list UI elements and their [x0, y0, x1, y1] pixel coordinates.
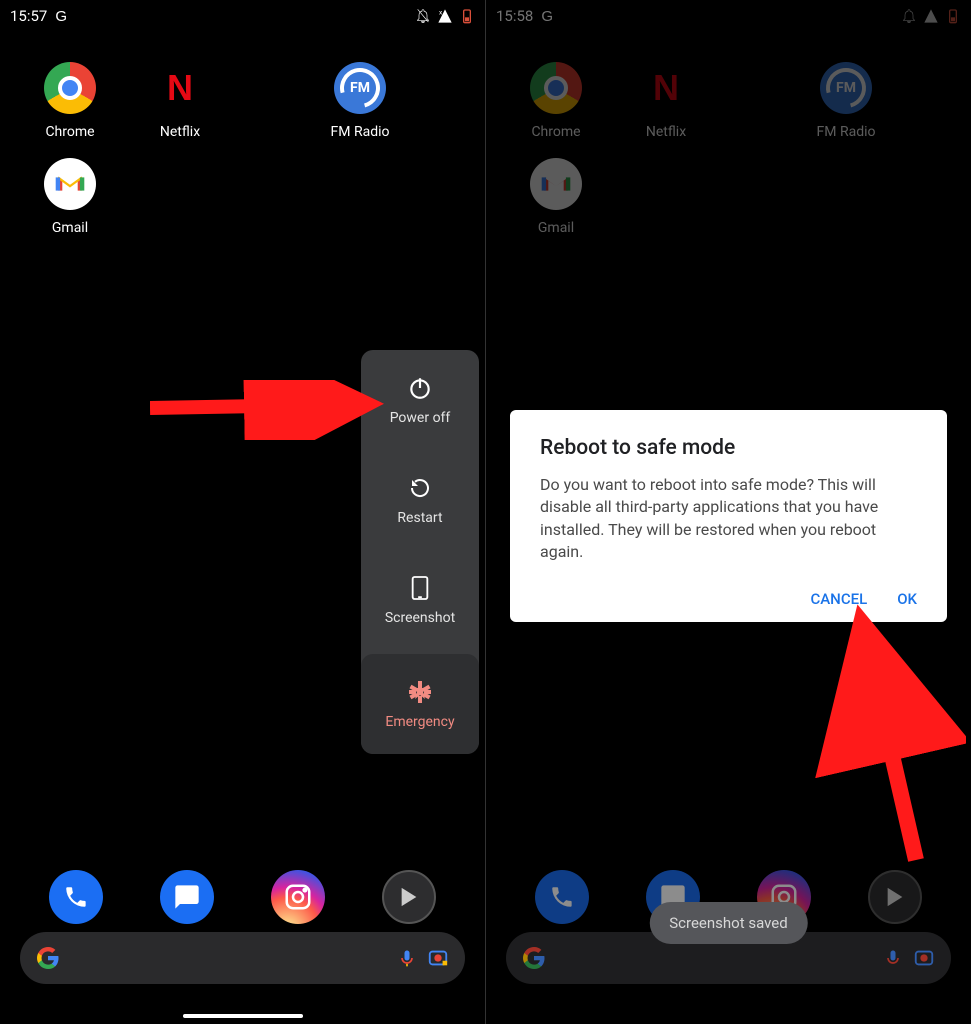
power-label: Power off: [390, 410, 451, 426]
safe-mode-dialog: Reboot to safe mode Do you want to reboo…: [510, 410, 947, 622]
dock-phone[interactable]: [535, 870, 589, 924]
status-time: 15:57: [10, 7, 47, 25]
phone-screen-left: 15:57 G x Chrome N Netflix FM FM Radio: [0, 0, 485, 1024]
dnd-off-icon: [415, 8, 431, 24]
cancel-button[interactable]: CANCEL: [810, 590, 867, 608]
google-indicator: G: [55, 8, 67, 25]
app-label: FM Radio: [331, 124, 390, 140]
power-off-option[interactable]: Power off: [361, 350, 479, 450]
app-netflix[interactable]: N Netflix: [130, 62, 230, 140]
mic-icon[interactable]: [883, 948, 903, 968]
dock-playstore[interactable]: [868, 870, 922, 924]
status-bar: 15:57 G x: [0, 0, 485, 32]
restart-option[interactable]: Restart: [361, 450, 479, 550]
gmail-icon: [44, 158, 96, 210]
lens-icon[interactable]: [913, 947, 935, 969]
screenshot-option[interactable]: Screenshot: [361, 550, 479, 650]
emergency-icon: [406, 678, 434, 706]
fmradio-icon: FM: [334, 62, 386, 114]
home-apps: Chrome N Netflix FM FM Radio Gmail: [0, 32, 485, 236]
app-label: Gmail: [52, 220, 88, 236]
mic-icon[interactable]: [397, 948, 417, 968]
chrome-icon: [44, 62, 96, 114]
nav-handle[interactable]: [183, 1014, 303, 1018]
restart-icon: [406, 474, 434, 502]
power-icon: [406, 374, 434, 402]
lens-icon[interactable]: [427, 947, 449, 969]
dock-messages[interactable]: [160, 870, 214, 924]
app-chrome[interactable]: Chrome: [20, 62, 120, 140]
power-label: Emergency: [385, 714, 454, 730]
dialog-title: Reboot to safe mode: [540, 436, 917, 460]
netflix-icon: N: [154, 62, 206, 114]
search-bar[interactable]: [20, 932, 465, 984]
power-label: Restart: [397, 510, 442, 526]
dialog-body: Do you want to reboot into safe mode? Th…: [540, 474, 917, 564]
app-gmail[interactable]: Gmail: [20, 158, 120, 236]
battery-icon: [459, 8, 475, 24]
dock-phone[interactable]: [49, 870, 103, 924]
dock: [0, 870, 485, 924]
google-logo-icon: [36, 946, 60, 970]
app-fmradio[interactable]: FM FM Radio: [310, 62, 410, 140]
power-label: Screenshot: [385, 610, 455, 626]
signal-icon: x: [437, 8, 453, 24]
app-label: Chrome: [45, 124, 94, 140]
screenshot-icon: [406, 574, 434, 602]
google-logo-icon: [522, 946, 546, 970]
emergency-option[interactable]: Emergency: [361, 654, 479, 754]
ok-button[interactable]: OK: [897, 590, 917, 608]
dock-playstore[interactable]: [382, 870, 436, 924]
dock-instagram[interactable]: [271, 870, 325, 924]
power-menu: Power off Restart Screenshot Emergency: [361, 350, 479, 754]
toast: Screenshot saved: [649, 902, 807, 944]
app-label: Netflix: [160, 124, 200, 140]
phone-screen-right: 15:58 G Chrome N Netflix FM FM Radio: [485, 0, 971, 1024]
